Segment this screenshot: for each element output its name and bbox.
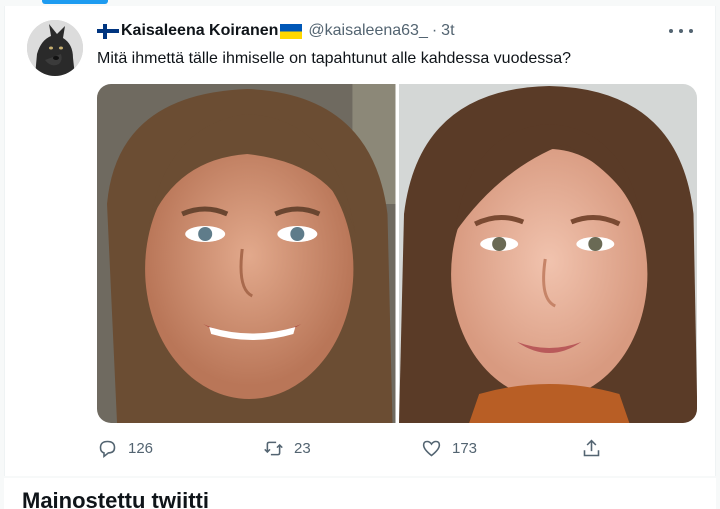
retweet-count: 23 (294, 440, 311, 457)
display-name[interactable]: Kaisaleena Koiranen (121, 22, 278, 40)
media-image-left[interactable] (97, 84, 396, 423)
heart-icon (422, 440, 441, 457)
reply-action[interactable]: 126 (97, 438, 153, 459)
like-action[interactable]: 173 (421, 438, 477, 459)
promoted-heading: Mainostettu twiitti (22, 488, 716, 509)
tweet-media[interactable] (97, 84, 697, 423)
ukrainian-flag-icon (280, 23, 303, 39)
reply-count: 126 (128, 440, 154, 457)
reply-icon (99, 440, 116, 459)
retweet-action[interactable]: 23 (263, 438, 311, 459)
share-icon (583, 439, 600, 457)
tweet-card[interactable]: Kaisaleena Koiranen @kaisaleena63_ · 3t … (4, 6, 716, 476)
more-options-icon[interactable] (669, 24, 693, 38)
retweet-icon (264, 441, 283, 456)
tweet-header: Kaisaleena Koiranen @kaisaleena63_ · 3t (97, 22, 455, 40)
finnish-flag-icon (97, 23, 119, 39)
media-image-right[interactable] (398, 84, 697, 423)
user-handle[interactable]: @kaisaleena63_ (308, 22, 427, 40)
tweet-actions: 126 23 173 (97, 438, 617, 462)
timestamp[interactable]: 3t (441, 22, 454, 40)
avatar[interactable] (27, 20, 83, 76)
like-count: 173 (452, 440, 478, 457)
tweet-text: Mitä ihmettä tälle ihmiselle on tapahtun… (97, 50, 572, 67)
separator-dot: · (431, 22, 438, 39)
active-tab-indicator (42, 0, 108, 4)
share-action[interactable] (581, 438, 602, 459)
